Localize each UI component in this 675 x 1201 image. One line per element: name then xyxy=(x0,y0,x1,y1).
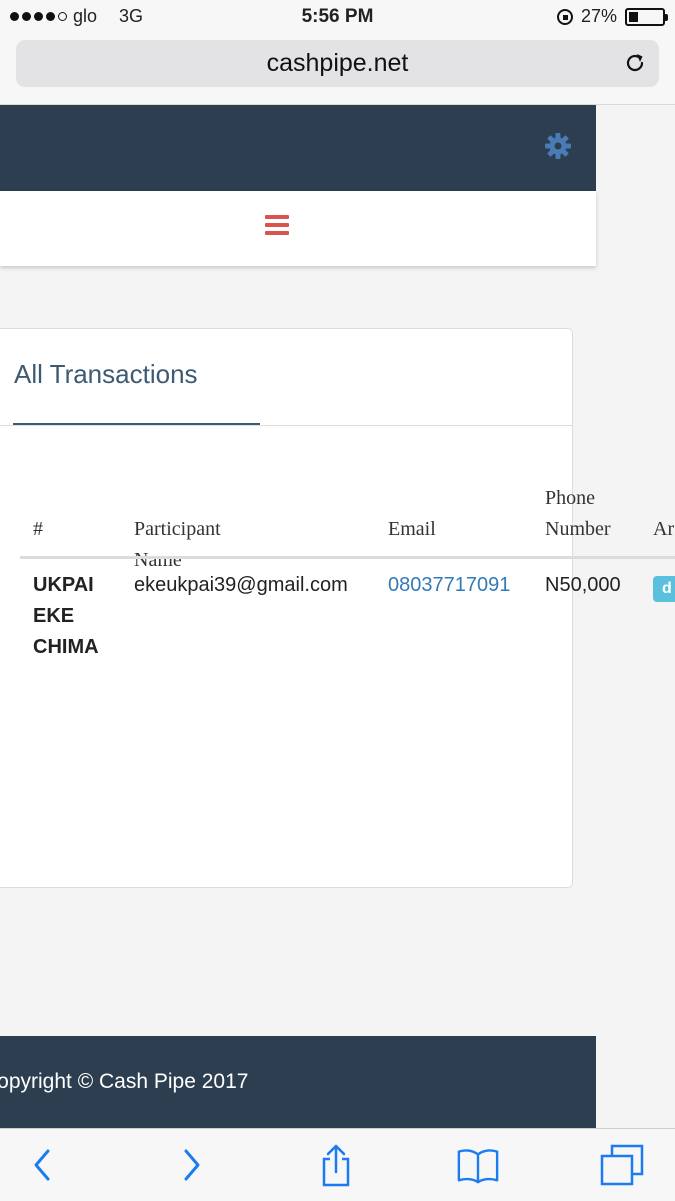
hamburger-icon[interactable] xyxy=(265,215,289,237)
name-line: EKE xyxy=(33,605,75,627)
column-header-participant-name: Participant Name xyxy=(134,518,221,571)
table-header-divider xyxy=(20,556,675,559)
participant-name-cell: UKPAI EKE CHIMA xyxy=(33,570,99,663)
site-footer: Copyright © Cash Pipe 2017 xyxy=(0,1036,596,1128)
menu-bar xyxy=(0,191,596,266)
orientation-lock-icon xyxy=(556,8,573,25)
browser-toolbar xyxy=(0,1128,675,1201)
battery-percent: 27% xyxy=(580,6,617,26)
card-divider xyxy=(0,425,572,426)
chevron-right-icon xyxy=(184,1149,200,1181)
column-header-email: Email xyxy=(388,518,436,540)
amount-cell: N50,000 xyxy=(545,574,621,596)
status-right: 27% xyxy=(556,6,668,27)
book-icon xyxy=(457,1149,499,1184)
name-line: UKPAI xyxy=(33,574,94,596)
battery-icon xyxy=(625,7,668,26)
phone-link[interactable]: 08037717091 xyxy=(388,570,510,601)
copyright-text: Copyright © Cash Pipe 2017 xyxy=(0,1070,249,1093)
address-bar[interactable]: cashpipe.net xyxy=(16,40,659,87)
browser-address-area: cashpipe.net xyxy=(0,36,675,105)
share-icon xyxy=(322,1144,350,1187)
status-badge[interactable]: d xyxy=(653,576,675,602)
name-line: CHIMA xyxy=(33,636,99,658)
back-button[interactable] xyxy=(20,1145,64,1185)
bookmarks-button[interactable] xyxy=(456,1145,500,1185)
tabs-icon xyxy=(600,1144,644,1186)
column-header-number-label: Number xyxy=(545,518,611,540)
email-cell: ekeukpai39@gmail.com xyxy=(134,574,348,596)
status-bar: glo 3G 5:56 PM 27% xyxy=(0,0,675,36)
tabs-button[interactable] xyxy=(600,1144,644,1186)
forward-button[interactable] xyxy=(170,1145,214,1185)
card-title: All Transactions xyxy=(14,359,198,389)
battery-fill xyxy=(629,11,638,22)
title-underline xyxy=(13,423,260,425)
chevron-left-icon xyxy=(34,1149,50,1181)
column-header-amount: Ar xyxy=(653,518,675,540)
column-header-number: # xyxy=(33,518,43,540)
column-header-phone: Phone xyxy=(545,487,595,509)
share-button[interactable] xyxy=(314,1144,358,1187)
reload-icon[interactable] xyxy=(623,51,647,75)
site-header xyxy=(0,105,596,191)
url-text: cashpipe.net xyxy=(266,49,409,77)
gear-icon[interactable] xyxy=(544,132,572,160)
